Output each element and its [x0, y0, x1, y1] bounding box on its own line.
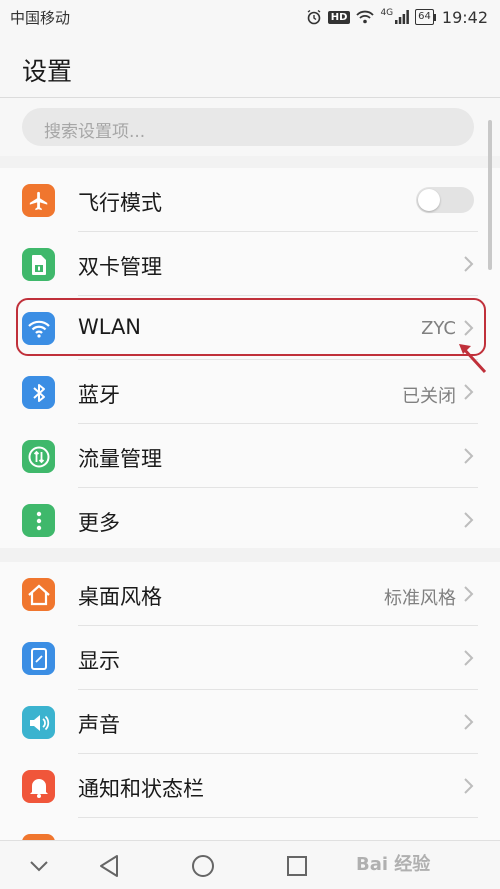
- home-style-icon: [22, 578, 55, 611]
- setting-value: 标准风格: [384, 588, 456, 609]
- chevron-right-icon: [464, 778, 474, 794]
- data-usage-icon: [22, 440, 55, 473]
- settings-group-personalization: 桌面风格 标准风格 显示 声音 通知和状态栏: [0, 562, 500, 840]
- setting-label: 声音: [78, 713, 120, 737]
- setting-label: 桌面风格: [78, 585, 162, 609]
- search-placeholder: 搜索设置项...: [44, 122, 146, 142]
- network-type-label: 4G: [380, 8, 394, 18]
- setting-label: 显示: [78, 649, 120, 673]
- setting-label: 更多: [78, 511, 120, 535]
- signal-icon: [395, 10, 410, 24]
- setting-label: 通知和状态栏: [78, 777, 204, 801]
- more-dots-icon: [22, 504, 55, 537]
- battery-icon: 64: [415, 9, 436, 25]
- chevron-right-icon: [464, 714, 474, 730]
- settings-group-connectivity: 飞行模式 双卡管理 WLAN ZYC 蓝牙 已关闭 流量管理 更多: [0, 168, 500, 548]
- setting-label: WLAN: [78, 315, 142, 339]
- clock: 19:42: [441, 7, 488, 27]
- wifi-icon: [22, 312, 55, 345]
- setting-value: 已关闭: [402, 386, 456, 407]
- setting-row-bluetooth[interactable]: 蓝牙 已关闭: [0, 360, 500, 424]
- bluetooth-icon: [22, 376, 55, 409]
- home-button[interactable]: [188, 851, 218, 881]
- chevron-right-icon: [464, 650, 474, 666]
- setting-value: ZYC: [421, 318, 456, 339]
- status-bar: 中国移动 HD 4G 64 19:42: [0, 0, 500, 34]
- chevron-right-icon: [464, 320, 474, 336]
- chevron-right-icon: [464, 586, 474, 602]
- recents-button[interactable]: [282, 851, 312, 881]
- setting-row-partial[interactable]: [0, 818, 500, 840]
- setting-row-dual-sim[interactable]: 双卡管理: [0, 232, 500, 296]
- setting-row-airplane-mode[interactable]: 飞行模式: [0, 168, 500, 232]
- sound-icon: [22, 706, 55, 739]
- page-title: 设置: [22, 57, 73, 86]
- setting-label: 双卡管理: [78, 255, 162, 279]
- status-icons: HD 4G 64 19:42: [306, 6, 488, 28]
- back-button[interactable]: [94, 851, 124, 881]
- collapse-chevron-icon[interactable]: [24, 851, 54, 881]
- setting-row-notifications[interactable]: 通知和状态栏: [0, 754, 500, 818]
- setting-row-sound[interactable]: 声音: [0, 690, 500, 754]
- setting-row-wlan[interactable]: WLAN ZYC: [0, 296, 500, 360]
- chevron-right-icon: [464, 256, 474, 272]
- watermark: Bai 经验: [356, 854, 431, 875]
- setting-label: 飞行模式: [78, 191, 162, 215]
- setting-row-data-usage[interactable]: 流量管理: [0, 424, 500, 488]
- setting-row-more[interactable]: 更多: [0, 488, 500, 552]
- setting-row-home-style[interactable]: 桌面风格 标准风格: [0, 562, 500, 626]
- airplane-icon: [22, 184, 55, 217]
- sim-card-icon: [22, 248, 55, 281]
- chevron-right-icon: [464, 384, 474, 400]
- chevron-right-icon: [464, 512, 474, 528]
- chevron-right-icon: [464, 448, 474, 464]
- battery-level: 64: [415, 9, 434, 25]
- airplane-mode-toggle[interactable]: [416, 187, 474, 213]
- scrollbar[interactable]: [488, 120, 492, 270]
- display-icon: [22, 642, 55, 675]
- hd-icon: HD: [327, 10, 351, 24]
- header: 设置: [0, 34, 500, 98]
- search-area: 搜索设置项...: [0, 98, 500, 156]
- alarm-icon: [307, 9, 321, 25]
- setting-label: 蓝牙: [78, 383, 120, 407]
- notification-bell-icon: [22, 770, 55, 803]
- wifi-status-icon: [356, 10, 375, 24]
- setting-row-display[interactable]: 显示: [0, 626, 500, 690]
- setting-label: 流量管理: [78, 447, 162, 471]
- search-input[interactable]: 搜索设置项...: [22, 108, 474, 146]
- carrier-name: 中国移动: [10, 9, 71, 27]
